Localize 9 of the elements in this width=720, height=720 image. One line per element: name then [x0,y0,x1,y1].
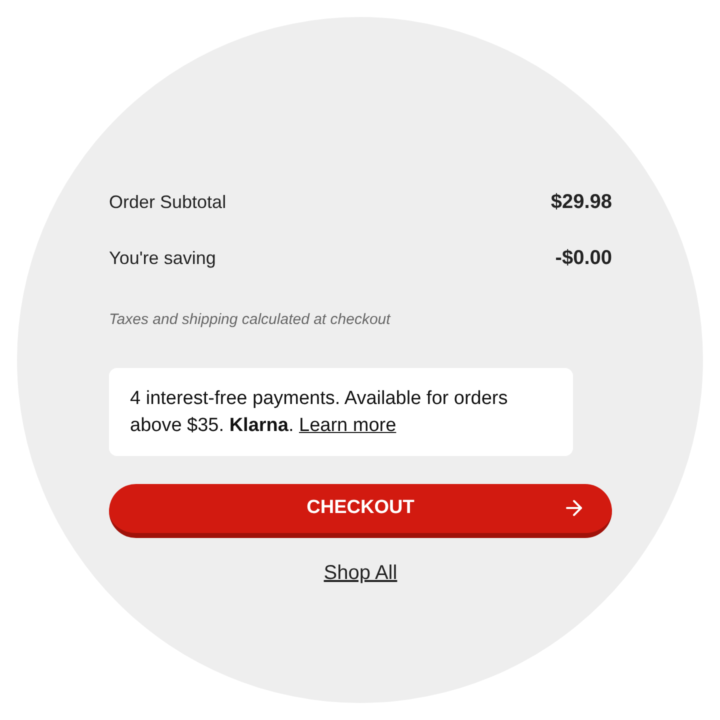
summary-value: -$0.00 [555,246,612,271]
shop-all-link[interactable]: Shop All [324,558,398,588]
summary-label: You're saving [109,246,216,270]
klarna-message: 4 interest-free payments. Available for orders above $35. Klarna. Learn more [130,386,509,438]
tax-note: Taxes and shipping calculated at checkout [109,310,392,330]
learn-more-link[interactable]: Learn more [299,414,396,436]
summary-value: $29.98 [550,190,612,215]
checkout-button[interactable]: CHECKOUT [109,484,612,538]
summary-label: Order Subtotal [109,190,226,214]
